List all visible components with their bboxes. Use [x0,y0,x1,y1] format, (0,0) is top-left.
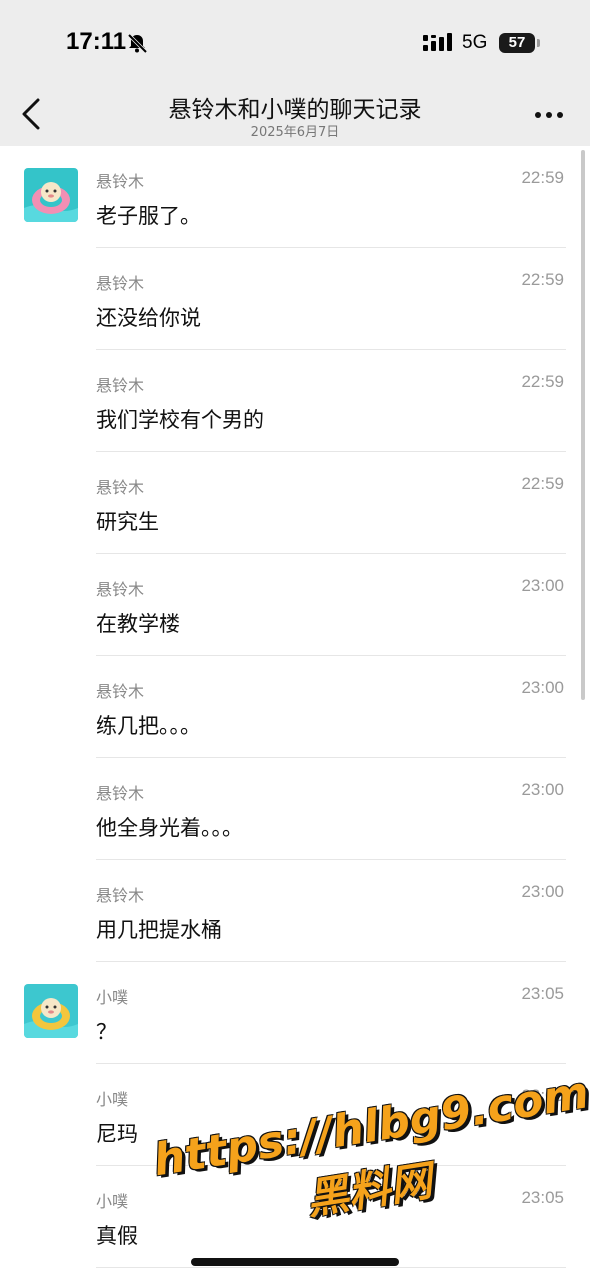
sender-name: 悬铃木 [96,682,145,701]
message-text: 我们学校有个男的 [96,408,264,432]
avatar[interactable] [24,984,78,1038]
sender-name: 悬铃木 [96,478,145,497]
message-time: 22:59 [521,168,564,187]
scrollbar[interactable] [581,150,585,700]
page-title: 悬铃木和小噗的聊天记录 [168,97,422,123]
bell-mute-icon [127,33,148,54]
message-text: 他全身光着。。。 [96,816,243,840]
message-time: 22:59 [521,372,564,391]
message-row[interactable]: 小噗 23:05 ？ [0,962,590,1064]
message-row[interactable]: 悬铃木 23:00 他全身光着。。。 [0,758,590,860]
sender-name: 悬铃木 [96,172,145,191]
message-time: 23:00 [521,882,564,901]
sender-name: 悬铃木 [96,784,145,803]
message-text: ？ [96,1020,117,1044]
message-text: 在教学楼 [96,612,180,636]
message-text: 老子服了。 [96,204,201,228]
sender-name: 悬铃木 [96,376,145,395]
sender-name: 小噗 [96,988,129,1007]
network-label: 5G [462,32,488,53]
message-row[interactable]: 悬铃木 22:59 老子服了。 [0,146,590,248]
message-row[interactable]: 悬铃木 23:00 练几把。。。 [0,656,590,758]
message-text: 用几把提水桶 [96,918,222,942]
message-text: 真假 [96,1224,138,1248]
message-time: 23:00 [521,780,564,799]
message-row[interactable]: 悬铃木 22:59 还没给你说 [0,248,590,350]
more-dots-icon[interactable] [534,111,564,119]
sender-name: 小噗 [96,1090,129,1109]
message-row[interactable]: 悬铃木 22:59 研究生 [0,452,590,554]
message-row[interactable]: 悬铃木 22:59 我们学校有个男的 [0,350,590,452]
message-time: 22:59 [521,270,564,289]
message-time: 23:05 [521,984,564,1003]
sender-name: 悬铃木 [96,886,145,905]
message-row[interactable]: 悬铃木 23:00 用几把提水桶 [0,860,590,962]
battery-indicator: 57 [499,33,535,53]
top-bar: 17:11 5G 57 悬铃木和小噗的聊天记录 2025年6月7日 [0,0,590,146]
message-time: 23:00 [521,678,564,697]
message-text: 还没给你说 [96,306,201,330]
sender-name: 悬铃木 [96,580,145,599]
divider [96,1267,566,1268]
sender-name: 小噗 [96,1192,129,1211]
signal-icon [423,33,452,51]
message-time: 22:59 [521,474,564,493]
home-indicator[interactable] [191,1258,399,1266]
message-row[interactable]: 悬铃木 23:00 在教学楼 [0,554,590,656]
status-time: 17:11 [66,28,127,55]
message-time: 23:00 [521,576,564,595]
message-text: 尼玛 [96,1122,138,1146]
sender-name: 悬铃木 [96,274,145,293]
battery-tip [537,39,540,47]
page-subtitle: 2025年6月7日 [250,125,340,140]
message-text: 研究生 [96,510,159,534]
message-text: 练几把。。。 [96,714,201,738]
avatar[interactable] [24,168,78,222]
